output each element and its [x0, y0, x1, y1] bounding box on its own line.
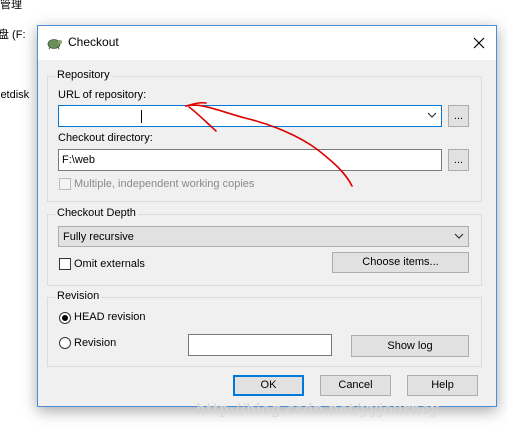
- multiple-working-copies-checkbox[interactable]: [59, 178, 71, 190]
- background-text-manage: 管理: [0, 0, 22, 11]
- chevron-down-icon: [454, 233, 464, 239]
- close-icon: [473, 37, 485, 49]
- checkout-directory-label: Checkout directory:: [58, 132, 153, 144]
- close-button[interactable]: [462, 26, 496, 60]
- title-bar[interactable]: Checkout: [38, 26, 496, 60]
- background-text-drive: 盘 (F:: [0, 29, 26, 41]
- checkout-depth-group-title: Checkout Depth: [55, 207, 138, 219]
- checkout-depth-group: Checkout Depth: [47, 207, 482, 286]
- dialog-title: Checkout: [68, 35, 119, 49]
- head-revision-label: HEAD revision: [74, 311, 146, 323]
- background-text-netdisk: letdisk: [0, 89, 30, 101]
- revision-input[interactable]: [188, 334, 332, 356]
- directory-browse-button[interactable]: ...: [448, 149, 469, 171]
- checkout-directory-value: F:\web: [62, 154, 96, 166]
- choose-items-button[interactable]: Choose items...: [332, 252, 469, 273]
- omit-externals-checkbox[interactable]: [59, 258, 71, 270]
- url-label: URL of repository:: [58, 89, 147, 101]
- help-button[interactable]: Help: [407, 375, 478, 396]
- omit-externals-label: Omit externals: [74, 258, 145, 270]
- radio-selected-dot: [62, 315, 68, 321]
- url-browse-button[interactable]: ...: [448, 105, 469, 127]
- show-log-button[interactable]: Show log: [351, 335, 469, 357]
- ok-button[interactable]: OK: [233, 375, 304, 396]
- watermark: http://blog.csdn.net/yyjourney: [196, 400, 440, 418]
- multiple-working-copies-label: Multiple, independent working copies: [74, 178, 255, 190]
- head-revision-radio[interactable]: [59, 312, 71, 324]
- text-caret: [141, 110, 142, 123]
- chevron-down-icon: [427, 112, 437, 118]
- revision-group-title: Revision: [55, 290, 102, 302]
- checkout-depth-value: Fully recursive: [63, 231, 134, 243]
- revision-label: Revision: [74, 337, 117, 349]
- checkout-directory-input[interactable]: F:\web: [58, 149, 442, 171]
- repository-group-title: Repository: [55, 69, 112, 81]
- revision-radio[interactable]: [59, 337, 71, 349]
- tortoise-svn-icon: [47, 39, 62, 50]
- cancel-button[interactable]: Cancel: [320, 375, 391, 396]
- url-combobox[interactable]: [58, 105, 442, 127]
- checkout-dialog: Checkout Repository URL of repository: .…: [37, 25, 497, 407]
- checkout-depth-select[interactable]: Fully recursive: [58, 226, 469, 247]
